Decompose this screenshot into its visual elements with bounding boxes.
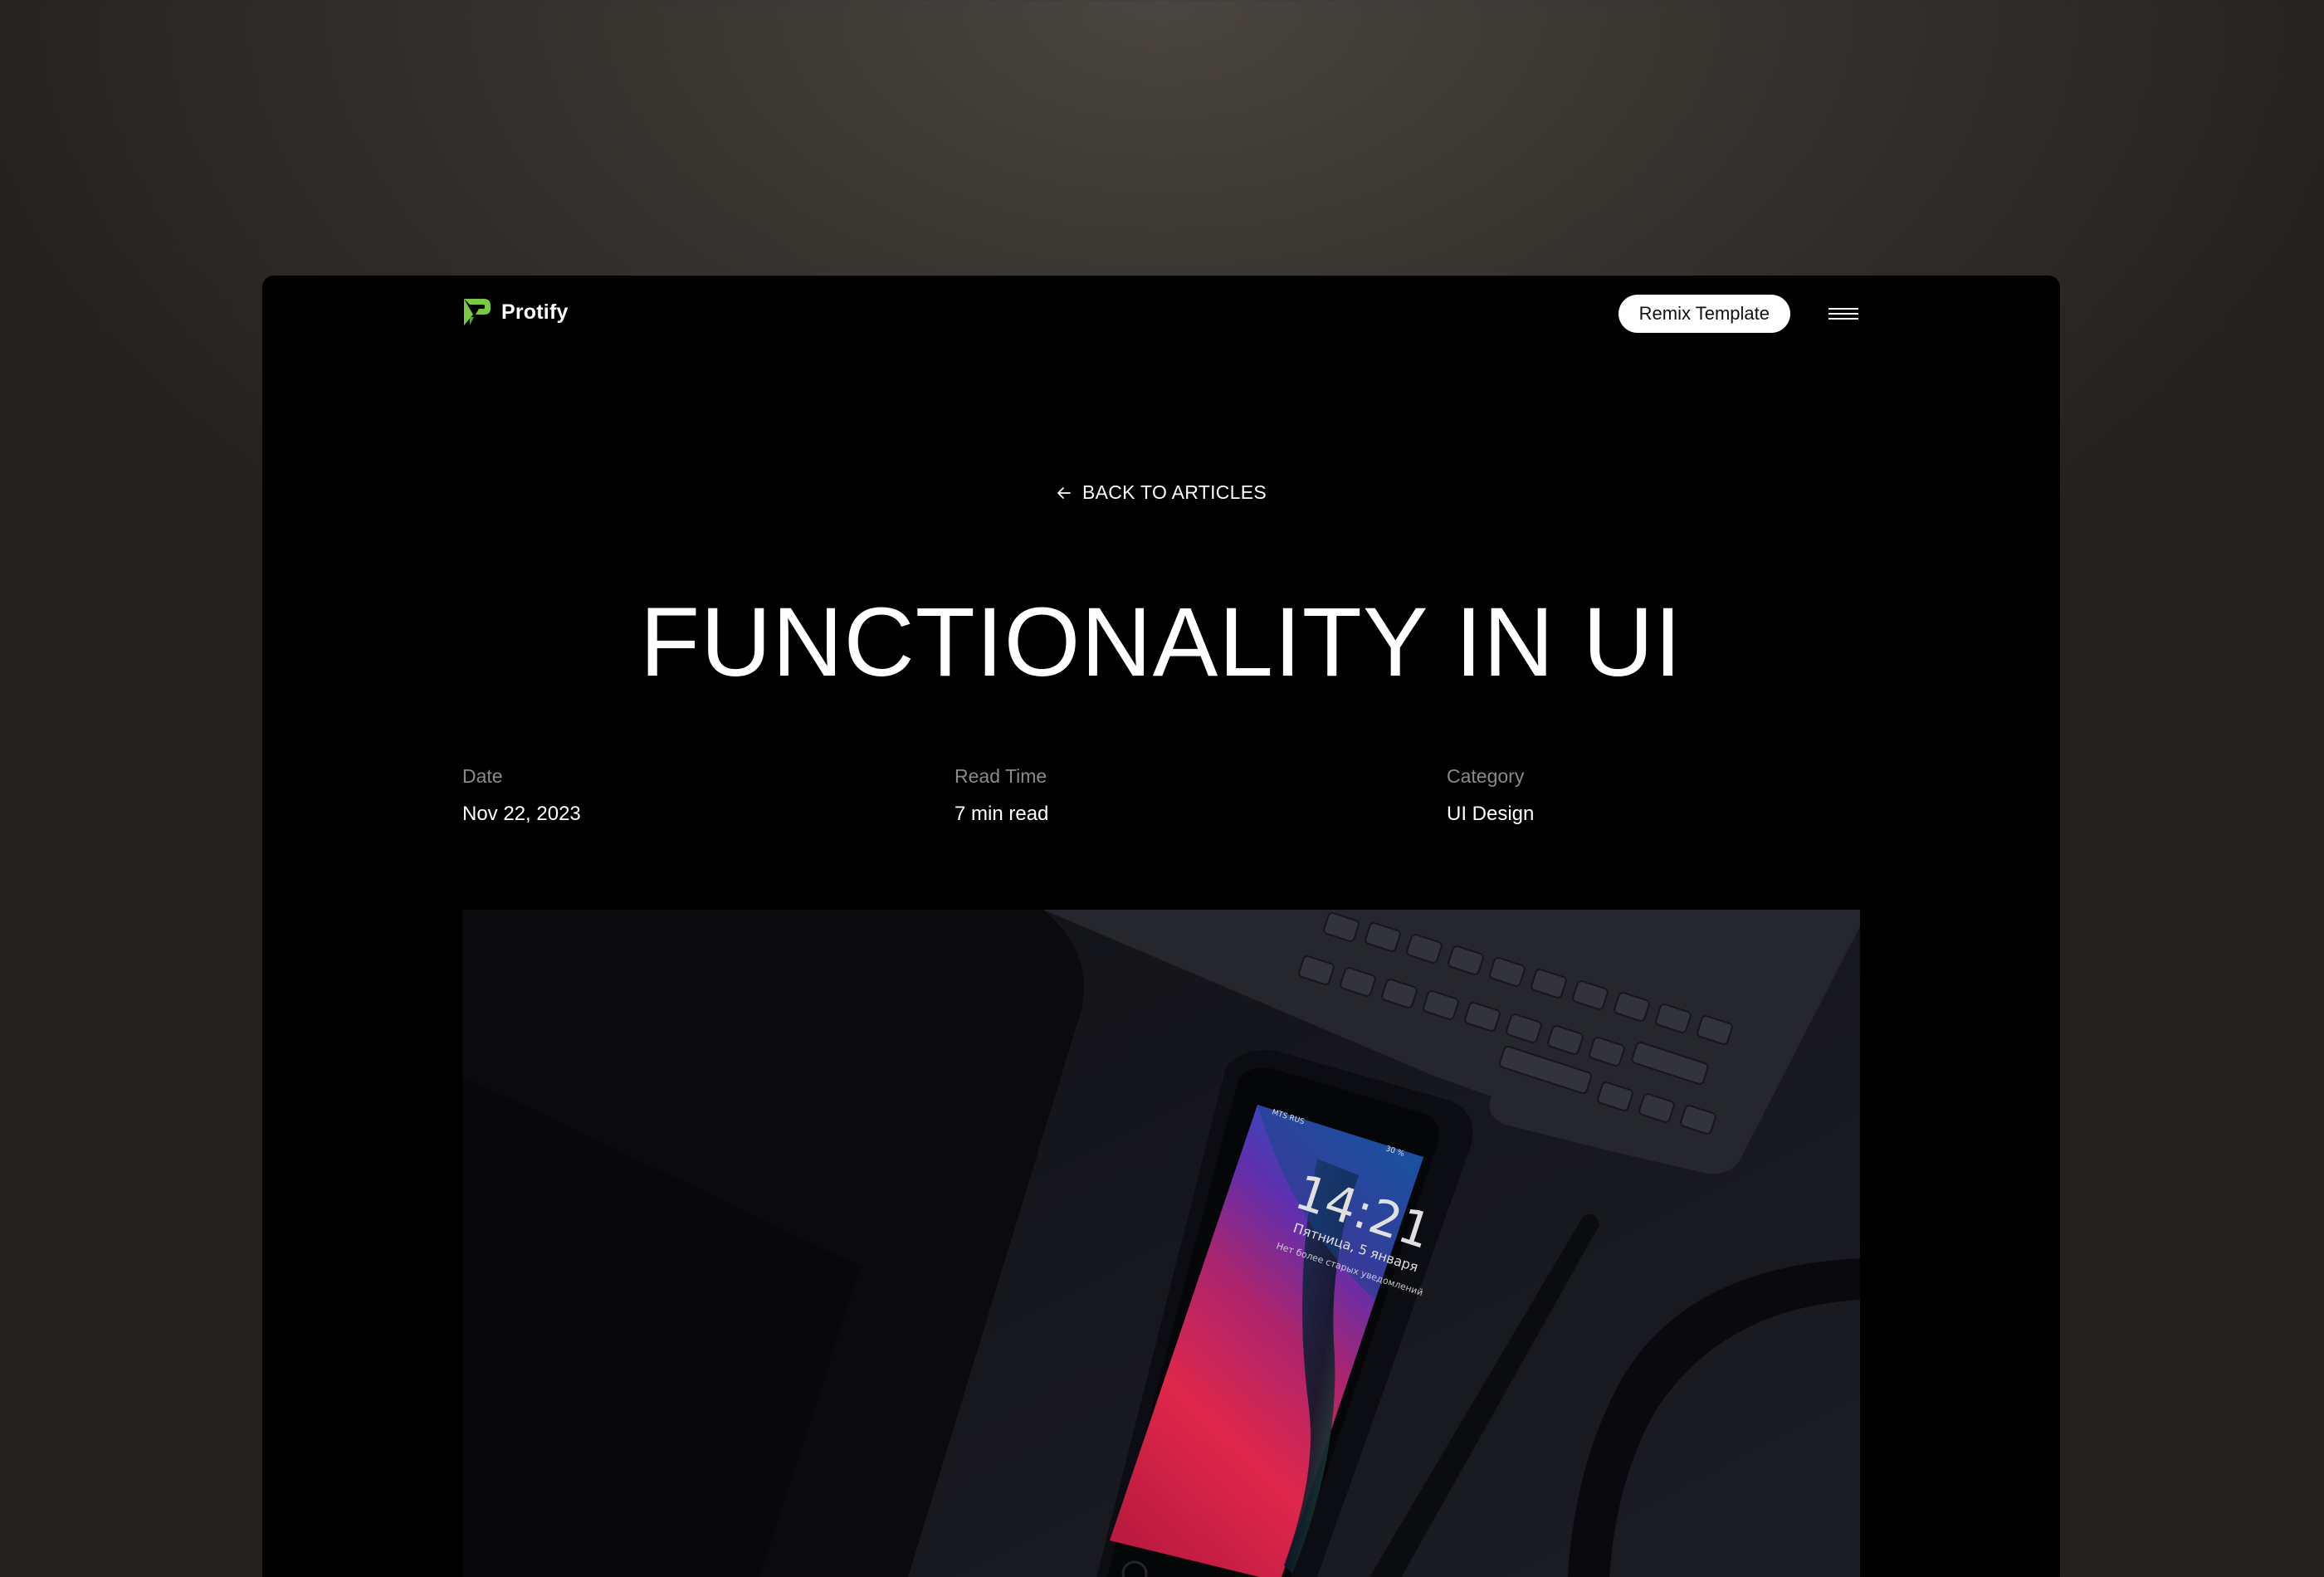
remix-template-button[interactable]: Remix Template — [1618, 295, 1790, 333]
back-to-articles-label: BACK TO ARTICLES — [1081, 481, 1267, 503]
meta-date: Date Nov 22, 2023 — [462, 765, 581, 826]
meta-category-label: Category — [1447, 765, 1525, 787]
browser-window: Protify Remix Template BACK TO ARTICLES … — [262, 276, 2060, 1577]
menu-line — [1828, 313, 1858, 315]
hamburger-icon[interactable] — [1828, 303, 1860, 325]
menu-line — [1828, 308, 1858, 310]
meta-date-label: Date — [462, 765, 503, 787]
protify-logo-icon — [464, 299, 491, 325]
back-to-articles-row: BACK TO ARTICLES — [262, 481, 2060, 506]
arrow-left-icon — [1057, 486, 1071, 499]
article-hero-image: 14:21 Пятница, 5 января Нет более старых… — [462, 910, 1860, 1577]
top-navigation: Protify Remix Template — [462, 276, 1860, 350]
menu-line — [1828, 318, 1858, 320]
meta-read-time-label: Read Time — [954, 765, 1047, 787]
meta-category: Category UI Design — [1447, 765, 1534, 826]
article-title: FUNCTIONALITY IN UI — [640, 588, 1682, 697]
meta-date-value: Nov 22, 2023 — [462, 803, 581, 825]
back-to-articles-link[interactable]: BACK TO ARTICLES — [1056, 481, 1267, 504]
brand-logo-link[interactable]: Protify — [462, 297, 569, 327]
brand-name: Protify — [501, 300, 569, 324]
meta-category-value: UI Design — [1447, 803, 1535, 825]
hero-photo: 14:21 Пятница, 5 января Нет более старых… — [462, 910, 1860, 1577]
meta-read-time: Read Time 7 min read — [954, 765, 1048, 826]
meta-read-time-value: 7 min read — [954, 803, 1049, 825]
